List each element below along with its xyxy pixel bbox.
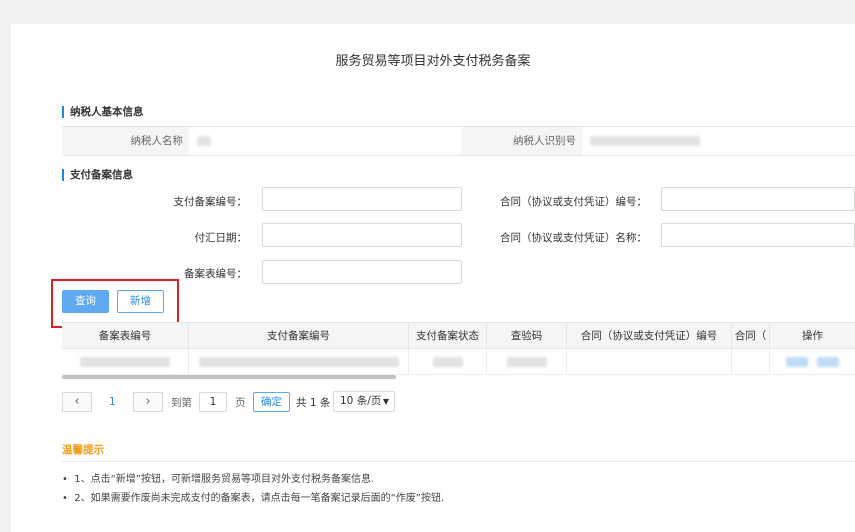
page-suffix: 页 [235,397,246,409]
col-form-no: 备案表编号 [62,323,189,349]
col-actions: 操作 [802,330,823,342]
tip-text: 2、如果需要作废尚未完成支付的备案表，请点击每一笔备案记录后面的“作废”按钮. [74,493,445,504]
cell-status [409,349,487,374]
filing-no-label: 支付备案编号： [173,196,248,208]
add-button[interactable]: 新增 [117,290,164,313]
page-size-value: 10 条/页 [340,395,382,407]
bullet-icon: • [62,493,75,504]
chevron-right-icon: › [145,394,151,409]
main-panel: 服务贸易等项目对外支付税务备案 纳税人基本信息 纳税人名称 纳税人识别号 支付备… [11,24,855,532]
contract-name-label: 合同（协议或支付凭证）名称： [500,232,647,244]
goto-page-input[interactable]: 1 [199,392,227,412]
form-no-input[interactable] [262,260,462,284]
taxpayer-id-label: 纳税人识别号 [461,127,582,155]
contract-no-input[interactable] [661,187,855,211]
cell-actions[interactable] [770,349,855,374]
col-check-code: 查验码 [487,323,567,349]
goto-label: 到第 [171,397,192,409]
page-size-select[interactable]: 10 条/页 ▼ [333,391,395,412]
next-page-button[interactable]: › [133,392,163,412]
current-page[interactable]: 1 [109,392,116,412]
contract-name-input[interactable] [661,223,855,247]
taxpayer-id-value [582,127,855,155]
payment-section-title: 支付备案信息 [62,169,133,181]
cell-form-no [62,349,189,374]
cell-check-code [487,349,567,374]
tips-title: 温馨提示 [62,444,104,456]
filing-no-input[interactable] [262,187,462,211]
taxpayer-name-label: 纳税人名称 [62,127,189,155]
horizontal-scrollbar[interactable] [62,375,396,379]
tips-divider [62,461,855,462]
taxpayer-name-value [189,127,461,155]
tip-item: • 2、如果需要作废尚未完成支付的备案表，请点击每一笔备案记录后面的“作废”按钮… [62,489,444,504]
cell-filing-no [189,349,409,374]
goto-confirm-button[interactable]: 确定 [253,392,290,412]
cell-contract-no [567,349,732,374]
col-filing-no: 支付备案编号 [189,323,409,349]
tip-text: 1、点击“新增”按钮，可新增服务贸易等项目对外支付税务备案信息. [74,474,375,485]
query-button[interactable]: 查询 [62,290,109,313]
remit-date-label: 付汇日期： [194,232,248,244]
contract-no-label: 合同（协议或支付凭证）编号： [500,196,647,208]
caret-down-icon: ▼ [382,397,389,406]
chevron-left-icon: ‹ [74,394,80,409]
taxpayer-info-row: 纳税人名称 纳税人识别号 [62,126,855,156]
prev-page-button[interactable]: ‹ [62,392,92,412]
col-contract-no: 合同（协议或支付凭证）编号 [567,323,732,349]
remit-date-input[interactable] [262,223,462,247]
filing-table: 备案表编号 支付备案编号 支付备案状态 查验码 合同（协议或支付凭证）编号 合同… [62,322,855,375]
col-contract-name: 合同（ [732,323,770,349]
taxpayer-section-title: 纳税人基本信息 [62,106,144,118]
total-count: 共 1 条 [296,397,331,409]
table-header: 备案表编号 支付备案编号 支付备案状态 查验码 合同（协议或支付凭证）编号 合同… [62,322,855,349]
col-status: 支付备案状态 [409,323,487,349]
table-row [62,349,855,375]
page-title: 服务贸易等项目对外支付税务备案 [335,54,531,69]
tip-item: • 1、点击“新增”按钮，可新增服务贸易等项目对外支付税务备案信息. [62,470,374,485]
bullet-icon: • [62,474,75,485]
cell-contract-name [732,349,770,374]
